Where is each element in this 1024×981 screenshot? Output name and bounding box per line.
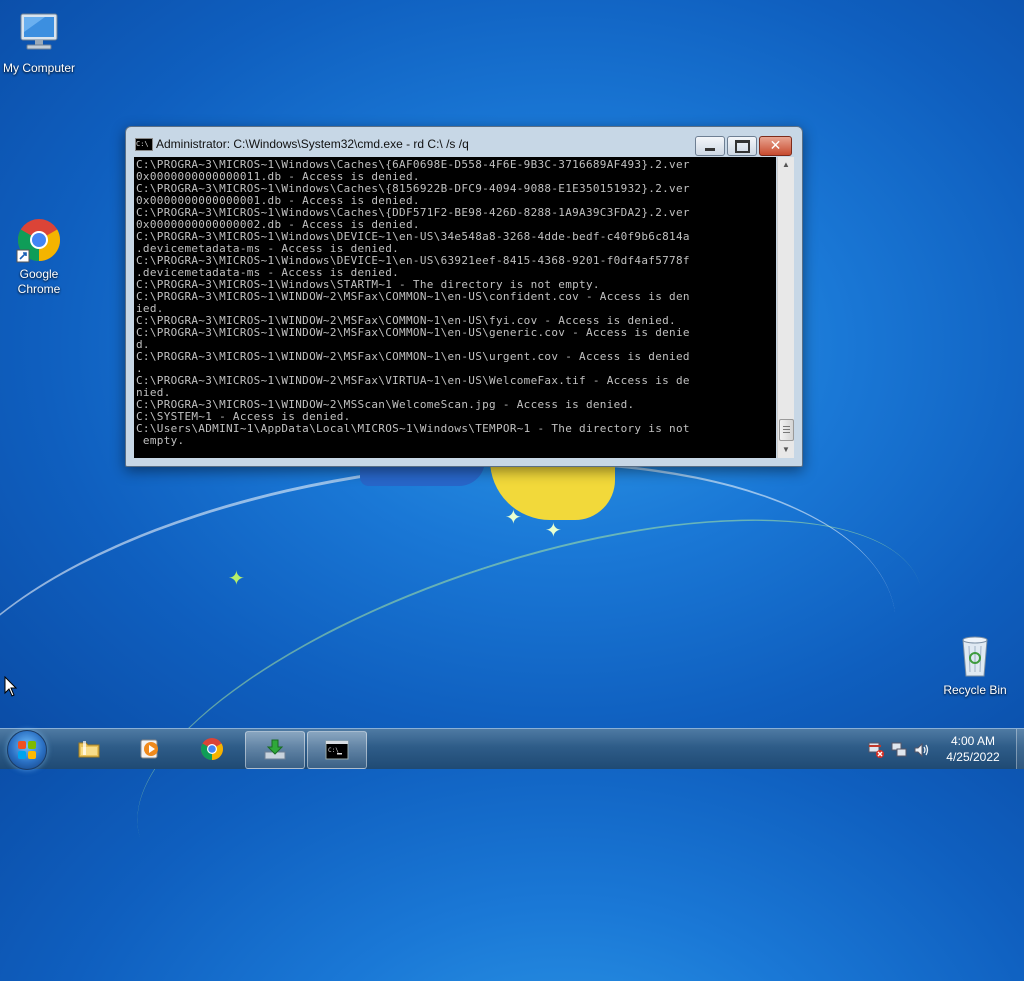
- windows-logo-wallpaper: [360, 460, 630, 530]
- scroll-down-icon[interactable]: ▼: [778, 442, 794, 458]
- close-icon: ✕: [769, 138, 782, 154]
- folder-icon: [78, 741, 100, 758]
- sparkle-icon: ✦: [505, 507, 522, 529]
- wallpaper-swoosh: [93, 440, 967, 981]
- taskbar-clock[interactable]: 4:00 AM 4/25/2022: [930, 733, 1016, 765]
- window-title: Administrator: C:\Windows\System32\cmd.e…: [156, 137, 469, 151]
- desktop-icon-my-computer[interactable]: My Computer: [0, 10, 81, 76]
- minimize-icon: [705, 147, 715, 151]
- desktop-icon-label: Google Chrome: [17, 267, 61, 296]
- clock-time: 4:00 AM: [950, 734, 996, 748]
- svg-text:C:\: C:\: [328, 747, 339, 754]
- console-output[interactable]: C:\PROGRA~3\MICROS~1\Windows\Caches\{6AF…: [134, 157, 776, 458]
- start-button[interactable]: [7, 730, 47, 770]
- cmd-window[interactable]: C:\ Administrator: C:\Windows\System32\c…: [125, 126, 803, 467]
- minimize-button[interactable]: [695, 136, 725, 156]
- scroll-up-icon[interactable]: ▲: [778, 157, 794, 173]
- recycle-bin-icon: [951, 632, 999, 680]
- chrome-icon: [201, 738, 223, 760]
- vertical-scrollbar[interactable]: ▲ ▼: [777, 157, 794, 458]
- taskbar-item-installer[interactable]: [245, 731, 305, 769]
- installer-icon: [264, 739, 286, 760]
- maximize-icon: [734, 139, 750, 153]
- desktop-icon-label: My Computer: [2, 61, 76, 75]
- show-desktop-button[interactable]: [1016, 729, 1024, 769]
- sparkle-icon: ✦: [545, 520, 562, 542]
- taskbar-item-file-explorer[interactable]: [60, 731, 118, 767]
- clock-date: 4/25/2022: [946, 750, 1000, 764]
- wallpaper-swoosh: [0, 403, 925, 960]
- cmd-icon: C:\: [325, 740, 349, 760]
- console-text: C:\PROGRA~3\MICROS~1\Windows\Caches\{6AF…: [136, 158, 690, 447]
- media-player-icon: [140, 739, 158, 759]
- close-button[interactable]: ✕: [759, 136, 792, 156]
- volume-icon[interactable]: [913, 741, 931, 759]
- taskbar: C:\ 4:00 AM 4/25/2022: [0, 728, 1024, 770]
- system-tray: [862, 729, 931, 769]
- desktop-icon-recycle-bin[interactable]: Recycle Bin: [933, 632, 1017, 698]
- taskbar-item-cmd[interactable]: C:\: [307, 731, 367, 769]
- taskbar-item-media-player[interactable]: [121, 731, 179, 767]
- maximize-button[interactable]: [727, 136, 757, 156]
- desktop-icon-label: Recycle Bin: [943, 683, 1007, 697]
- mouse-cursor-icon: [4, 676, 18, 697]
- computer-icon: [15, 10, 63, 58]
- scrollbar-thumb[interactable]: [779, 419, 794, 441]
- cmd-icon: C:\: [135, 138, 153, 151]
- sparkle-icon: ✦: [228, 568, 245, 590]
- network-error-icon[interactable]: [867, 741, 885, 759]
- network-icon[interactable]: [890, 741, 908, 759]
- taskbar-item-chrome[interactable]: [183, 731, 241, 767]
- desktop-icon-google-chrome[interactable]: Google Chrome: [0, 216, 81, 297]
- chrome-icon: [15, 216, 63, 264]
- cmd-titlebar[interactable]: C:\ Administrator: C:\Windows\System32\c…: [126, 127, 802, 157]
